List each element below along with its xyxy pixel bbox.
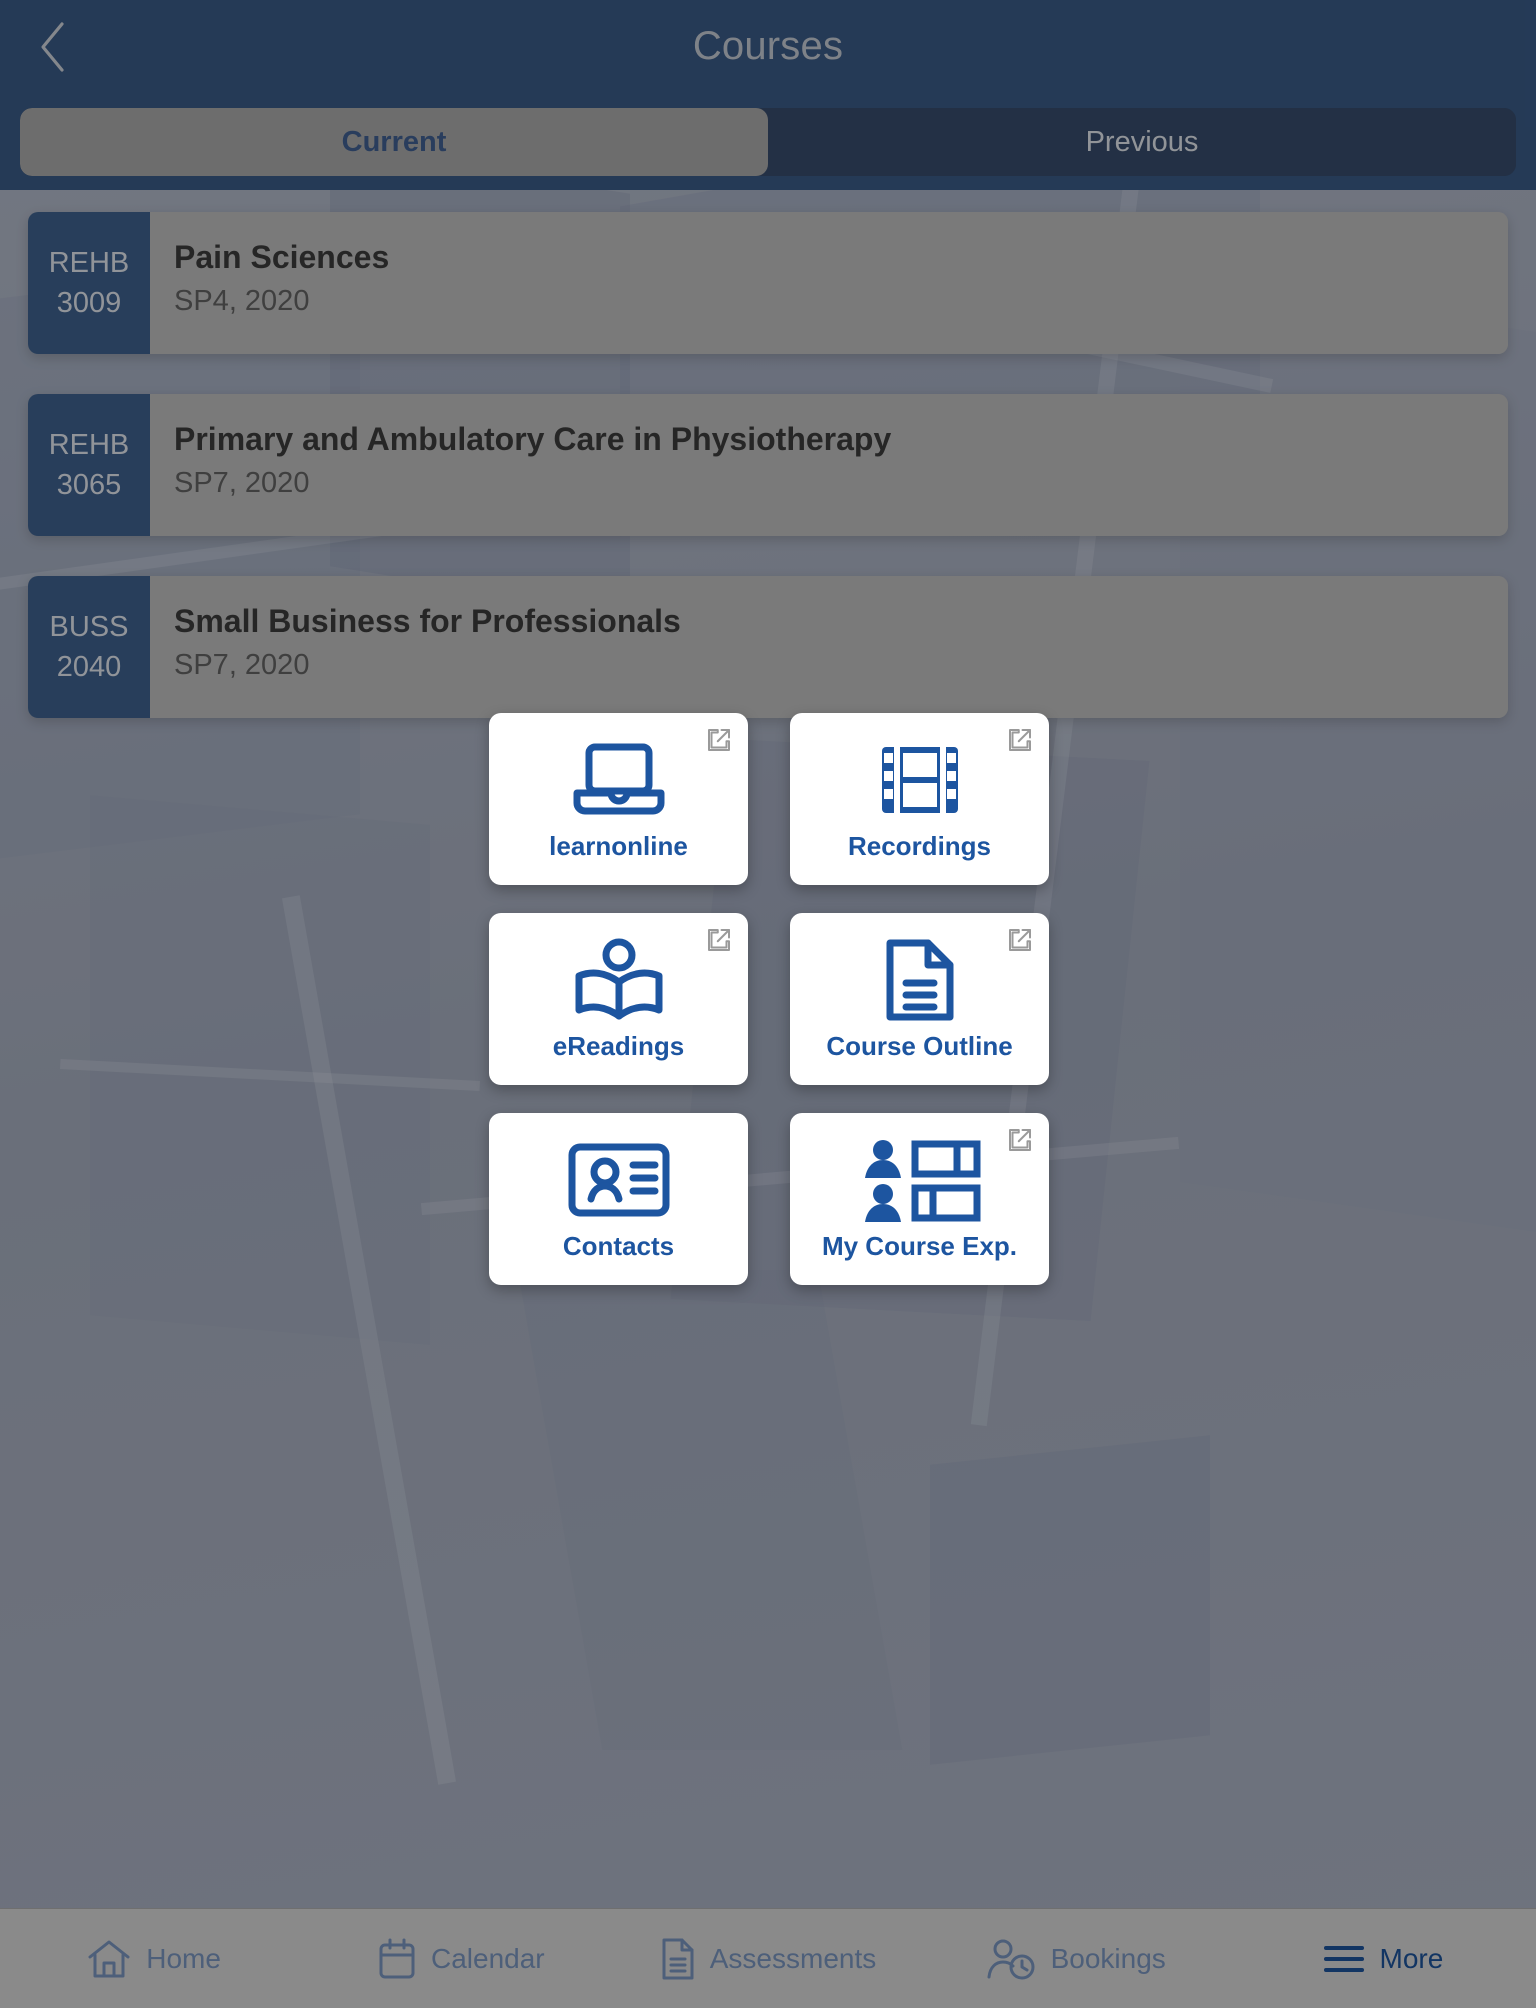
tile-ereadings[interactable]: eReadings — [489, 913, 748, 1085]
laptop-icon — [571, 737, 667, 823]
nav-label: Assessments — [709, 1942, 877, 1974]
calendar-icon — [377, 1937, 417, 1981]
tile-row: learnonline Recordings — [489, 713, 1049, 885]
tile-learnonline[interactable]: learnonline — [489, 713, 748, 885]
person-reading-icon — [571, 937, 667, 1023]
nav-item-home[interactable]: Home — [0, 1938, 307, 1980]
nav-item-calendar[interactable]: Calendar — [307, 1937, 614, 1981]
tile-course-outline[interactable]: Course Outline — [790, 913, 1049, 1085]
home-icon — [86, 1938, 132, 1980]
hamburger-icon — [1322, 1942, 1366, 1976]
tile-label: learnonline — [549, 830, 688, 861]
tile-label: Course Outline — [826, 1030, 1013, 1061]
document-icon — [884, 937, 956, 1023]
tile-label: Recordings — [847, 830, 992, 861]
tile-row: eReadings Course Outline — [489, 913, 1049, 1085]
bottom-navigation: Home Calendar Assessments Bookings More — [0, 1908, 1536, 2008]
course-actions-popup: learnonline Recordings eReadings Course … — [489, 713, 1049, 1285]
nav-item-bookings[interactable]: Bookings — [922, 1937, 1229, 1981]
person-clock-icon — [985, 1937, 1037, 1981]
nav-label: Calendar — [430, 1942, 545, 1974]
tile-recordings[interactable]: Recordings — [790, 713, 1049, 885]
nav-label: Bookings — [1050, 1942, 1166, 1974]
contact-card-icon — [567, 1137, 671, 1223]
nav-label: Home — [146, 1942, 221, 1974]
tile-label: My Course Exp. — [821, 1230, 1018, 1261]
external-link-icon — [1005, 925, 1035, 955]
survey-people-icon — [859, 1137, 981, 1223]
external-link-icon — [1005, 725, 1035, 755]
document-icon — [660, 1937, 696, 1981]
external-link-icon — [704, 725, 734, 755]
tile-label: Contacts — [562, 1230, 675, 1261]
nav-label: More — [1379, 1942, 1444, 1974]
tile-row: Contacts My Course Exp. — [489, 1113, 1049, 1285]
external-link-icon — [1005, 1125, 1035, 1155]
app-root: REHB 3009 Pain Sciences SP4, 2020 REHB 3… — [0, 0, 1536, 2008]
tile-my-course-exp[interactable]: My Course Exp. — [790, 1113, 1049, 1285]
tile-label: eReadings — [552, 1030, 685, 1061]
nav-item-assessments[interactable]: Assessments — [614, 1937, 921, 1981]
tile-contacts[interactable]: Contacts — [489, 1113, 748, 1285]
film-strip-icon — [878, 737, 962, 823]
nav-item-more[interactable]: More — [1229, 1942, 1536, 1976]
external-link-icon — [704, 925, 734, 955]
